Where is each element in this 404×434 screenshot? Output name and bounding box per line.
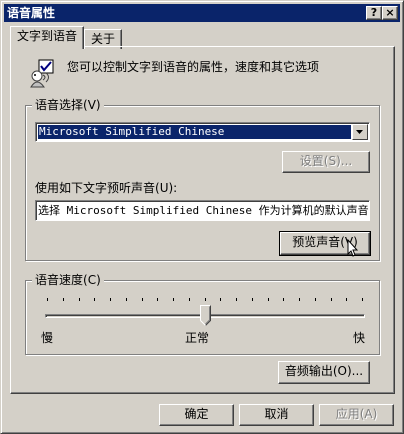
speed-slow-label: 慢 [41, 331, 54, 345]
voice-select-value: Microsoft Simplified Chinese [38, 125, 351, 139]
preview-text-value: 选择 Microsoft Simplified Chinese 作为计算机的默认… [38, 204, 369, 217]
speed-slider-tick [63, 298, 64, 301]
active-tab-joiner [11, 46, 82, 48]
speed-slider-tick [157, 298, 158, 301]
speed-slider-tick [236, 298, 237, 301]
speed-slider-tick [315, 298, 316, 301]
speed-slider-tick [346, 298, 347, 301]
speed-slider-thumb[interactable] [200, 305, 211, 326]
speed-slider-tick [268, 298, 269, 301]
speed-slider-tick [331, 298, 332, 301]
speed-slider-tick [362, 298, 363, 301]
speed-slider-tick [205, 298, 206, 301]
voice-select[interactable]: Microsoft Simplified Chinese [35, 122, 370, 142]
settings-button[interactable]: 设置(S)... [282, 151, 370, 173]
speed-slider-tick [252, 298, 253, 301]
speed-slider-tick [79, 298, 80, 301]
preview-text-input[interactable]: 选择 Microsoft Simplified Chinese 作为计算机的默认… [35, 200, 370, 221]
speed-normal-label: 正常 [185, 331, 210, 345]
speech-properties-icon [27, 59, 57, 89]
intro-text: 您可以控制文字到语音的属性，速度和其它选项 [67, 60, 320, 74]
speed-slider-tick [47, 298, 48, 301]
speed-slider-tick [110, 298, 111, 301]
speed-slider-tick [173, 298, 174, 301]
title-bar[interactable]: 语音属性 ? × [4, 4, 400, 22]
close-button[interactable]: × [382, 6, 398, 20]
dropdown-arrow-button[interactable] [352, 124, 368, 140]
help-button[interactable]: ? [366, 6, 382, 20]
speed-slider-tick [220, 298, 221, 301]
mouse-cursor-icon [347, 238, 359, 261]
speed-fast-label: 快 [353, 331, 366, 345]
speed-slider-tick [283, 298, 284, 301]
speed-slider-tick [189, 298, 190, 301]
preview-text-label: 使用如下文字预听声音(U): [35, 181, 178, 195]
speed-slider-tick [94, 298, 95, 301]
voice-speed-legend: 语音速度(C) [32, 272, 104, 288]
tab-about-label: 关于 [91, 32, 116, 46]
speed-slider-tick [126, 298, 127, 301]
voice-properties-dialog: 语音属性 ? × 文字到语音 关于 您可以控制文字到语音的属性，速度和其它选项 … [0, 0, 404, 434]
speed-slider-tick [299, 298, 300, 301]
cancel-button[interactable]: 取消 [239, 404, 314, 426]
chevron-down-icon [356, 130, 363, 134]
window-title: 语音属性 [7, 6, 56, 20]
audio-output-button[interactable]: 音频输出(O)... [278, 361, 370, 384]
ok-button[interactable]: 确定 [159, 404, 234, 426]
apply-button[interactable]: 应用(A) [319, 404, 394, 426]
tab-text-to-speech-label: 文字到语音 [17, 29, 78, 43]
voice-selection-legend: 语音选择(V) [32, 97, 104, 113]
speed-slider-tick [142, 298, 143, 301]
